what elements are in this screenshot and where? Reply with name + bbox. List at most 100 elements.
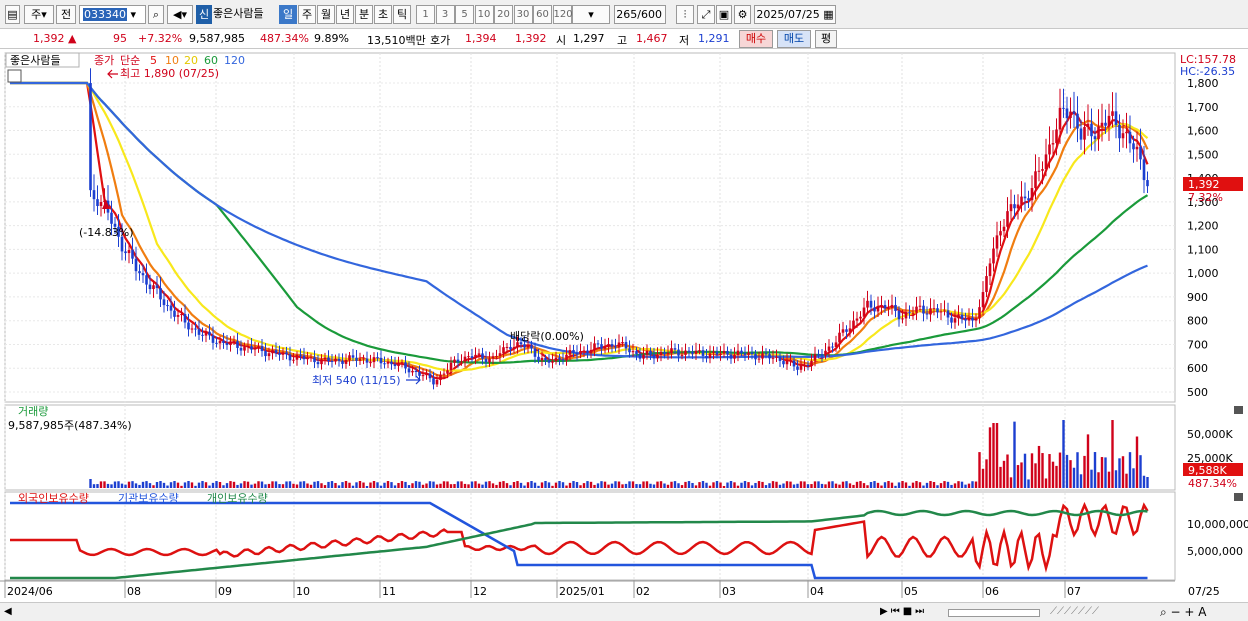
volume-bar [740,482,743,488]
volume-bar [1048,454,1051,488]
volume-bar [1118,458,1121,488]
candle-body [278,353,281,355]
candle-body [757,358,761,360]
volume-bar [414,481,418,488]
volume-bar [285,481,288,488]
volume-bar [621,484,624,488]
volume-bar [1065,454,1069,488]
volume-bar [313,481,316,488]
draw-icon[interactable]: ⤢ [697,5,715,24]
volume-bar [575,482,579,488]
period-tab-0[interactable]: 일 [279,5,297,24]
buy-button[interactable]: 매수 [739,30,773,48]
period-tab-6[interactable]: 틱 [393,5,411,24]
stock-chart[interactable]: 1,8001,7001,6001,5001,4001,3001,2001,100… [0,50,1248,603]
volume-bar [663,483,666,488]
volume-tick-50000k: 50,000K [1187,428,1233,441]
candle-body [575,352,579,355]
volume-bar [1104,457,1107,488]
volume-bar [820,483,824,488]
volume-bar [817,481,820,488]
candle-body [481,353,484,359]
ask-price: 1,394 [465,32,497,45]
volume-bar [908,485,911,488]
candle-body [383,363,386,365]
interval-button-10[interactable]: 10 [474,5,494,24]
candle-body [925,313,929,315]
scroll-controls[interactable]: ▶⏮■⏭ [880,606,927,617]
horizontal-scrollbar[interactable]: ◀ ▶⏮■⏭ ⟋⟋⟋⟋⟋⟋⟋ ⌕ − + A [0,602,1248,621]
interval-button-60[interactable]: 60 [533,5,552,24]
mode-select[interactable]: 전 [56,5,76,24]
candle-body [351,355,355,358]
volume-bar [904,482,908,488]
volume-bar [838,484,841,488]
legend-close-label: 종가 [94,54,114,67]
period-tab-2[interactable]: 월 [317,5,335,24]
turnover-rate: 9.89% [314,32,349,45]
window-menu-icon[interactable]: ▤ [5,5,20,24]
interval-button-20[interactable]: 20 [494,5,513,24]
volume-bar [127,481,131,488]
market-select[interactable]: 주▾ [24,5,54,24]
volume-bar [932,482,936,488]
save-icon[interactable]: ▣ [716,5,732,24]
volume-bar [484,481,488,488]
zoom-controls[interactable]: ⌕ − + A [1160,605,1206,620]
volume-bar [701,481,705,488]
last-price-label: 1,392 [1188,178,1220,191]
speaker-icon[interactable]: ◀▾ [167,5,193,24]
volume-bar [859,481,862,488]
sell-button[interactable]: 매도 [777,30,811,48]
interval-button-3[interactable]: 3 [435,5,455,24]
volume-title: 거래량 [18,405,48,418]
candle-body [708,353,712,358]
grid-toggle-icon[interactable] [7,69,22,83]
volume-bar [726,482,729,488]
volume-bar [330,481,334,488]
interval-button-30[interactable]: 30 [513,5,533,24]
period-tab-4[interactable]: 분 [355,5,373,24]
candle-icon[interactable]: ⫶ [676,5,694,24]
interval-button-1[interactable]: 1 [416,5,435,24]
volume-panel-close-icon[interactable] [1234,406,1243,414]
volume-bar [1016,465,1020,488]
chart-area[interactable]: 1,8001,7001,6001,5001,4001,3001,2001,100… [0,50,1248,603]
candle-body [498,353,502,357]
candle-body [929,308,932,315]
scroll-left-icon[interactable]: ◀ [4,606,12,617]
count-field[interactable]: 265/600 [614,5,666,24]
period-tab-5[interactable]: 초 [374,5,392,24]
date-field[interactable]: 2025/07/25 ▦ [754,5,836,24]
volume-bar [855,481,859,488]
candle-body [124,251,127,254]
interval-dropdown[interactable]: ▾ [572,5,610,24]
tool-icons[interactable]: ⟋⟋⟋⟋⟋⟋⟋ [1050,606,1099,617]
candle-body [491,356,495,359]
zoom-slider[interactable] [948,609,1040,617]
volume-bar [397,482,400,488]
dividend-annotation: 배당락(0.00%) [510,330,584,343]
volume-bar [96,484,99,488]
period-tab-1[interactable]: 주 [298,5,316,24]
legend-ma10: 10 [165,54,179,67]
volume-bar [166,485,169,488]
search-icon[interactable]: ⌕ [148,5,164,24]
candle-body [295,354,299,360]
stock-code-input[interactable]: 033340 ▾ [79,5,146,24]
candle-body [656,354,659,359]
volume-bar [110,484,113,488]
interval-button-5[interactable]: 5 [455,5,474,24]
volume-bar [1139,455,1142,488]
volume-bar [1107,471,1111,488]
candle-body [386,361,390,364]
candle-body [747,352,750,355]
interval-button-120[interactable]: 120 [552,5,573,24]
volume-bar [197,482,201,488]
candle-body [488,358,491,363]
holding-panel-close-icon[interactable] [1234,493,1243,501]
gear-icon[interactable]: ⚙ [734,5,751,24]
period-tab-3[interactable]: 년 [336,5,354,24]
volume-bar [750,485,754,488]
evaluate-button[interactable]: 평 [815,30,837,48]
